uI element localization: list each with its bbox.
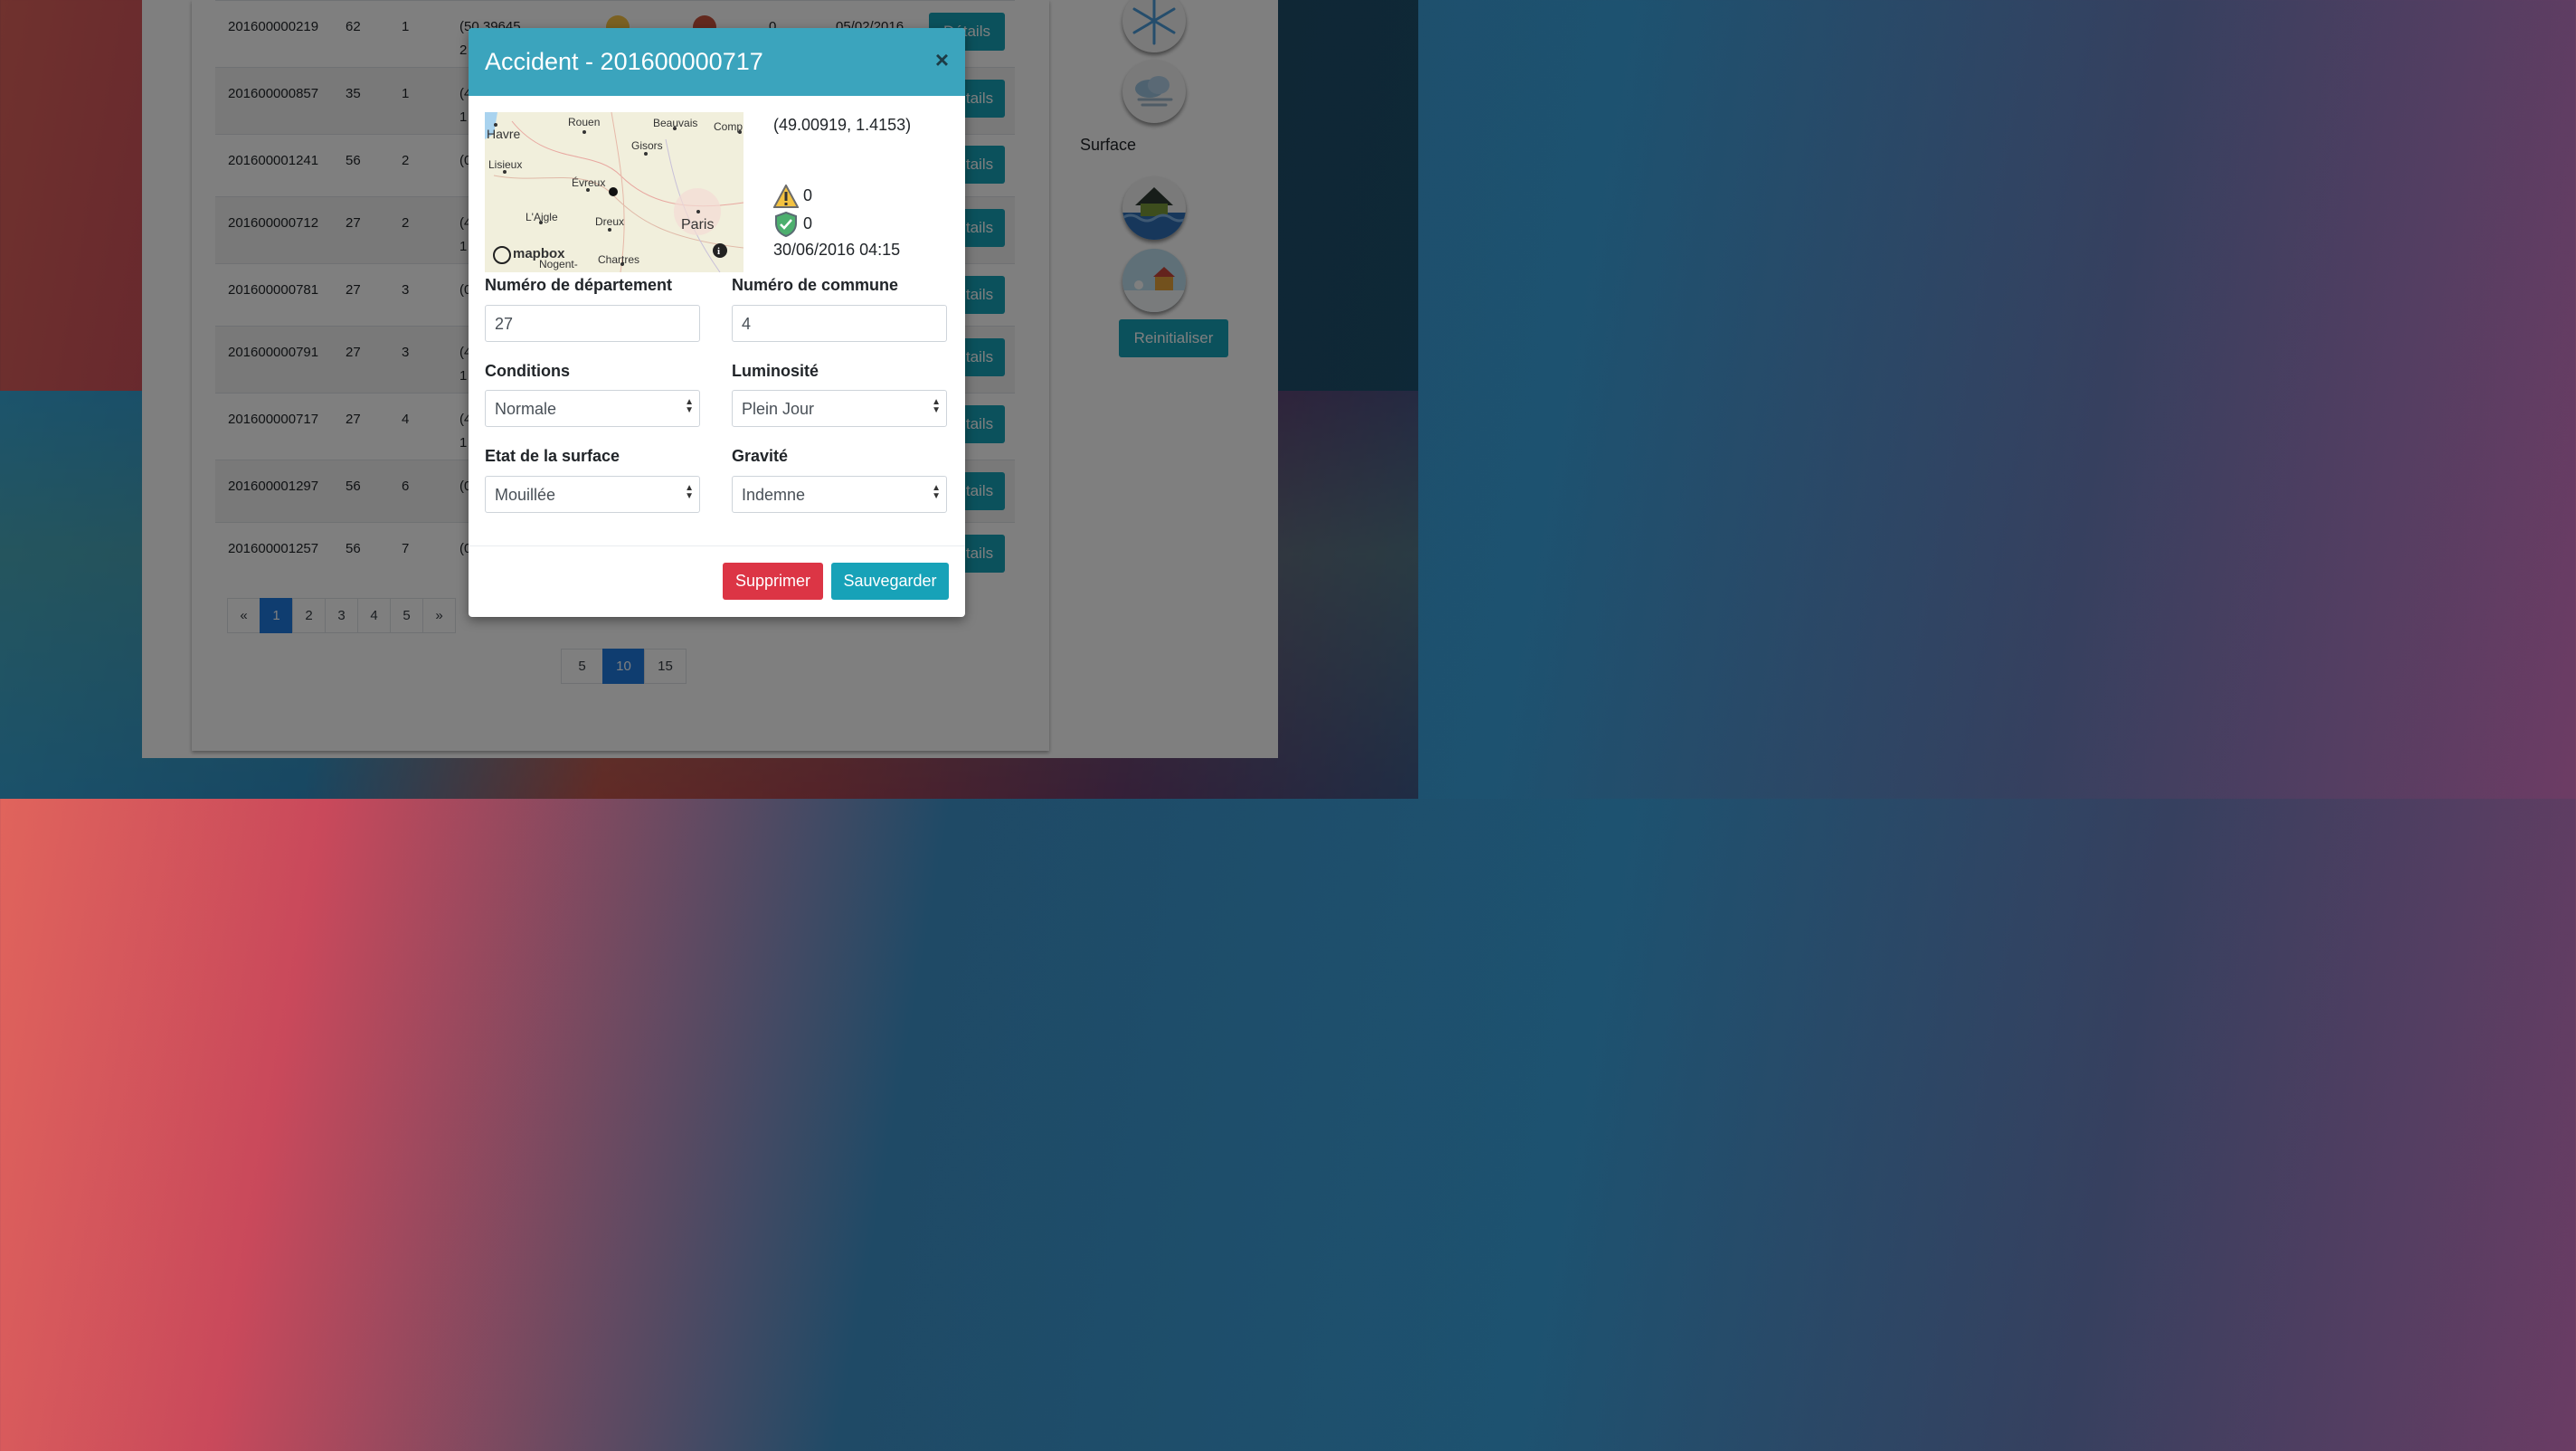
shield-count: 0	[803, 213, 813, 232]
surface-select[interactable]: Mouillée ▲ ▼	[485, 476, 700, 513]
map-label: Havre	[487, 127, 521, 141]
gravite-select[interactable]: Indemne ▲ ▼	[732, 476, 947, 513]
gravite-label: Gravité	[732, 447, 789, 465]
svg-text:i: i	[717, 246, 720, 257]
warning-icon	[772, 183, 800, 208]
shield-stat: 0	[773, 211, 813, 238]
delete-button[interactable]: Supprimer	[723, 563, 823, 600]
commune-label: Numéro de commune	[732, 276, 899, 294]
warning-stat: 0	[772, 183, 813, 208]
map-label: Lisieux	[488, 158, 523, 171]
departement-input[interactable]: 27	[485, 305, 700, 342]
map-label: Chartres	[598, 253, 640, 266]
location-map[interactable]: i Havre Rouen Beauvais Comp Gisors Lisie…	[485, 112, 743, 272]
conditions-label: Conditions	[485, 362, 570, 380]
select-arrows-icon: ▲ ▼	[932, 397, 941, 415]
select-arrows-icon: ▲ ▼	[685, 397, 694, 415]
modal-title: Accident - 201600000717	[485, 48, 763, 75]
modal-header: Accident - 201600000717 ×	[469, 28, 965, 96]
map-label: L'Aigle	[526, 211, 558, 223]
select-arrows-icon: ▲ ▼	[932, 483, 941, 501]
map-label: Comp	[714, 120, 743, 133]
map-label: Beauvais	[653, 117, 698, 129]
luminosite-value: Plein Jour	[742, 400, 815, 418]
map-label: Dreux	[595, 215, 625, 228]
close-icon[interactable]: ×	[935, 46, 949, 74]
conditions-value: Normale	[495, 400, 557, 418]
warning-count: 0	[803, 185, 813, 204]
shield-icon	[775, 211, 797, 238]
accident-datetime: 30/06/2016 04:15	[773, 241, 901, 259]
select-arrows-icon: ▲ ▼	[685, 483, 694, 501]
surface-value: Mouillée	[495, 486, 556, 504]
map-label: Gisors	[631, 139, 663, 152]
luminosite-label: Luminosité	[732, 362, 819, 380]
modal-footer-divider	[469, 545, 965, 546]
surface-label: Etat de la surface	[485, 447, 620, 465]
commune-input[interactable]: 4	[732, 305, 947, 342]
conditions-select[interactable]: Normale ▲ ▼	[485, 390, 700, 427]
map-label: Paris	[681, 217, 715, 232]
accident-modal: Accident - 201600000717 × i Havre Rouen …	[469, 28, 965, 617]
coordinates: (49.00919, 1.4153)	[773, 116, 912, 134]
save-button[interactable]: Sauvegarder	[831, 563, 949, 600]
luminosite-select[interactable]: Plein Jour ▲ ▼	[732, 390, 947, 427]
mapbox-logo: mapbox	[513, 246, 565, 261]
departement-label: Numéro de département	[485, 276, 673, 294]
map-label: Évreux	[572, 176, 606, 189]
map-label: Rouen	[568, 116, 601, 128]
gravite-value: Indemne	[742, 486, 806, 504]
